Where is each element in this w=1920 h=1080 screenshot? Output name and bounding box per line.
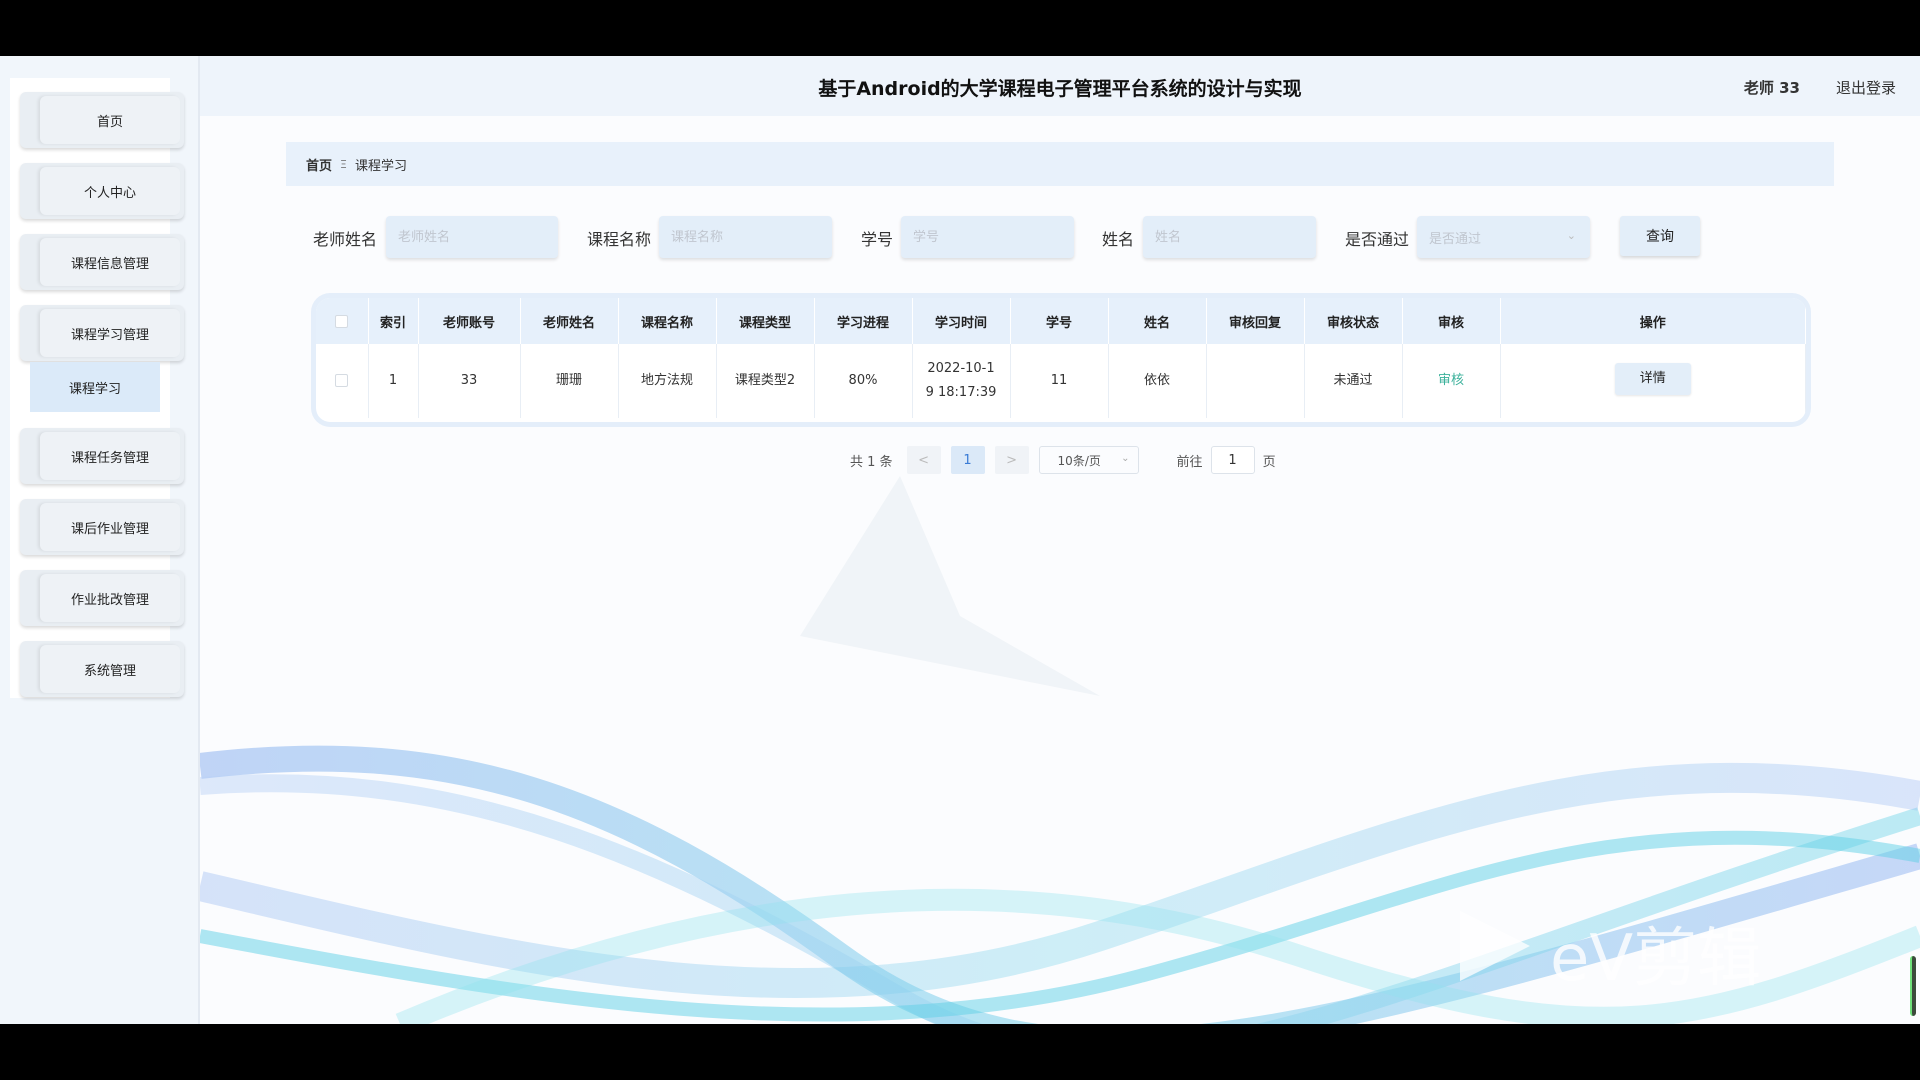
study-time-line: 9 18:17:39 [925,385,997,400]
breadcrumb: 首页 Ξ 课程学习 [286,142,1834,186]
sidebar-item-label: 个人中心 [40,167,180,215]
current-user: 老师 33 [1743,79,1800,97]
breadcrumb-home[interactable]: 首页 [306,155,332,174]
watermark-text: eV剪辑 [1550,922,1762,996]
sidebar-item-label: 课程信息管理 [40,238,180,286]
next-page-button[interactable]: > [994,446,1029,474]
sidebar-item-homework[interactable]: 课后作业管理 [20,499,184,555]
page-number-button[interactable]: 1 [950,446,985,474]
sidebar-item-home[interactable]: 首页 [20,92,184,148]
name-label: 姓名 [1102,230,1135,249]
sidebar-item-label: 课程学习管理 [40,309,180,357]
sidebar-item-course-task[interactable]: 课程任务管理 [20,428,184,484]
table-row: 1 33 珊珊 地方法规 课程类型2 80% 2022-10-1 9 18:17… [316,344,1806,418]
scrollbar-thumb[interactable] [1910,956,1916,1016]
sidebar-item-system[interactable]: 系统管理 [20,641,184,697]
column-header: 姓名 [1108,298,1207,344]
row-checkbox[interactable] [335,374,349,387]
cell-audit-reply [1206,344,1305,418]
cell-name: 依依 [1108,344,1207,418]
sidebar-item-label: 课后作业管理 [40,503,180,551]
query-button[interactable]: 查询 [1620,216,1700,256]
sidebar-item-label: 课程任务管理 [40,432,180,480]
passed-label: 是否通过 [1345,230,1410,249]
sidebar: 首页 个人中心 课程信息管理 课程学习管理 课程学习 课程任务管理 课后作业管理… [0,56,200,1024]
sidebar-item-profile[interactable]: 个人中心 [20,163,184,219]
page-title: 基于Android的大学课程电子管理平台系统的设计与实现 [818,78,1302,100]
sidebar-item-grading[interactable]: 作业批改管理 [20,570,184,626]
study-time-line: 2022-10-1 [927,361,995,376]
breadcrumb-separator-icon: Ξ [340,157,347,171]
cell-teacher-name: 珊珊 [520,344,619,418]
sidebar-item-course-study[interactable]: 课程学习管理 [20,305,184,361]
goto-page-input[interactable] [1210,446,1255,474]
submenu-item-course-study[interactable]: 课程学习 [30,362,160,412]
select-all-cell [316,298,369,344]
data-table: 索引 老师账号 老师姓名 课程名称 课程类型 学习进程 学习时间 学号 姓名 审… [316,298,1806,422]
sidebar-item-label: 系统管理 [40,645,180,693]
ev-watermark-logo: eV剪辑 [1450,901,1830,1001]
teacher-name-label: 老师姓名 [313,230,378,249]
column-header: 审核回复 [1206,298,1305,344]
letterbox-bottom [0,1024,1920,1080]
cell-course-name: 地方法规 [618,344,717,418]
row-select-cell [316,344,369,418]
cell-progress: 80% [814,344,913,418]
detail-button[interactable]: 详情 [1614,363,1691,395]
letterbox-top [0,0,1920,56]
play-icon [1460,911,1530,981]
column-header: 学习进程 [814,298,913,344]
column-header: 学号 [1010,298,1109,344]
sidebar-item-course-info[interactable]: 课程信息管理 [20,234,184,290]
table-header-row: 索引 老师账号 老师姓名 课程名称 课程类型 学习进程 学习时间 学号 姓名 审… [316,298,1806,344]
passed-select[interactable]: 是否通过 ⌄ [1417,216,1590,258]
pagination: 共 1 条 < 1 > 10条/页 ⌄ 前往 页 [850,446,1276,474]
page-suffix: 页 [1262,454,1276,470]
column-header: 课程名称 [618,298,717,344]
cell-actions: 详情 [1500,344,1806,418]
teacher-name-input[interactable] [386,216,558,258]
student-no-label: 学号 [861,230,894,249]
column-header: 老师账号 [418,298,521,344]
student-no-input[interactable] [901,216,1074,258]
column-header: 索引 [368,298,419,344]
name-input[interactable] [1143,216,1316,258]
course-name-label: 课程名称 [587,230,652,249]
chevron-down-icon: ⌄ [1566,229,1576,242]
app-window: 首页 个人中心 课程信息管理 课程学习管理 课程学习 课程任务管理 课后作业管理… [0,56,1920,1024]
top-header: 基于Android的大学课程电子管理平台系统的设计与实现 老师 33 退出登录 [200,56,1920,116]
column-header: 学习时间 [912,298,1011,344]
column-header: 老师姓名 [520,298,619,344]
sidebar-item-label: 作业批改管理 [40,574,180,622]
page-size-value: 10条/页 [1057,453,1101,468]
sidebar-item-label: 首页 [40,96,180,144]
cell-audit-status: 未通过 [1304,344,1403,418]
goto-label: 前往 [1176,454,1203,470]
page-size-select[interactable]: 10条/页 ⌄ [1038,446,1139,474]
cell-audit: 审核 [1402,344,1501,418]
select-all-checkbox[interactable] [335,314,349,328]
passed-select-placeholder: 是否通过 [1429,231,1482,247]
breadcrumb-current: 课程学习 [354,158,407,174]
logout-link[interactable]: 退出登录 [1836,77,1896,98]
chevron-down-icon: ⌄ [1121,453,1130,464]
audit-link[interactable]: 审核 [1438,373,1464,388]
cell-study-time: 2022-10-1 9 18:17:39 [912,344,1011,418]
column-header: 课程类型 [716,298,815,344]
cell-student-no: 11 [1010,344,1109,418]
cell-course-type: 课程类型2 [716,344,815,418]
column-header: 操作 [1500,298,1806,344]
pagination-total: 共 1 条 [850,454,893,470]
cell-index: 1 [368,344,419,418]
column-header: 审核 [1402,298,1501,344]
prev-page-button[interactable]: < [906,446,941,474]
cell-teacher-account: 33 [418,344,521,418]
course-name-input[interactable] [659,216,832,258]
column-header: 审核状态 [1304,298,1403,344]
